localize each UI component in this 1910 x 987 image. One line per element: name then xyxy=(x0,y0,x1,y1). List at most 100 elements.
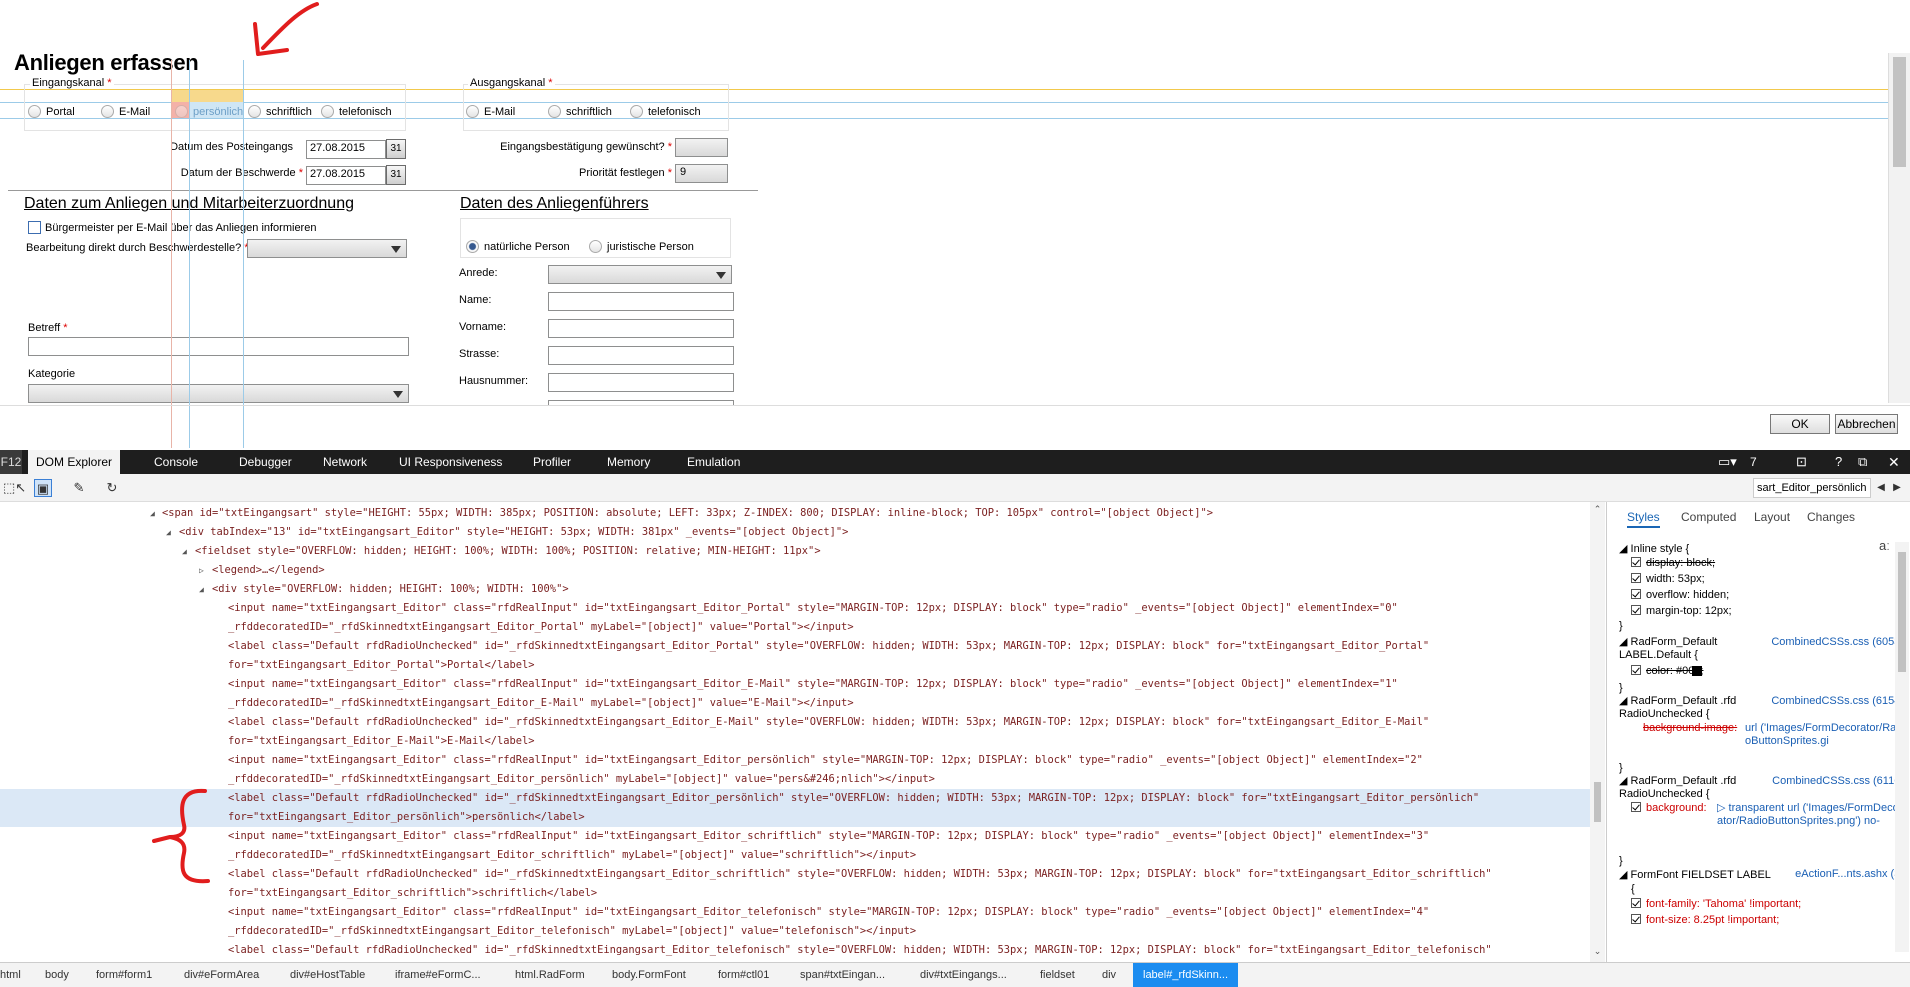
breadcrumb-item[interactable]: div xyxy=(1102,963,1116,987)
rule-selector[interactable]: ◢ RadForm_Default LABEL.Default { xyxy=(1619,636,1739,662)
undock-icon[interactable]: ⧉ xyxy=(1858,450,1867,474)
collapse-icon[interactable]: ▷ xyxy=(199,561,204,580)
color-picker-icon[interactable]: ✎ xyxy=(70,479,88,497)
checkbox-icon[interactable] xyxy=(1631,605,1641,615)
breadcrumb-item[interactable]: div#eFormArea xyxy=(184,963,259,987)
breadcrumb-item[interactable]: body xyxy=(45,963,69,987)
styles-scrollbar-thumb[interactable] xyxy=(1898,552,1906,672)
tab-profiler[interactable]: Profiler xyxy=(533,450,571,474)
breadcrumb-item[interactable]: body.FormFont xyxy=(612,963,686,987)
console-icon[interactable]: ⊡ xyxy=(1796,450,1807,474)
chevron-right-icon[interactable]: ▶ xyxy=(1888,479,1906,497)
dom-line[interactable]: <label class="Default rfdRadioUnchecked"… xyxy=(0,865,1590,884)
inline-style-header[interactable]: ◢ Inline style { xyxy=(1619,542,1689,555)
chevron-down-icon[interactable]: ⌄ xyxy=(1590,946,1605,958)
checkbox-icon[interactable] xyxy=(1631,573,1641,583)
monitor-icon[interactable]: ▭▾ xyxy=(1718,450,1737,474)
dom-line[interactable]: <label class="Default rfdRadioUnchecked"… xyxy=(0,713,1590,732)
help-icon[interactable]: ? xyxy=(1835,450,1842,474)
tab-console[interactable]: Console xyxy=(154,450,198,474)
checkbox-icon[interactable] xyxy=(1631,589,1641,599)
vorname-input[interactable] xyxy=(548,319,734,338)
dom-line[interactable]: <label class="Default rfdRadioUnchecked"… xyxy=(0,941,1590,960)
bearbeitung-select[interactable] xyxy=(247,239,407,258)
expand-icon[interactable]: ◢ xyxy=(166,523,171,542)
chevron-up-icon[interactable]: ⌃ xyxy=(1590,504,1605,516)
style-prop[interactable]: font-size: 8.25pt !important; xyxy=(1631,914,1779,926)
tab-layout[interactable]: Layout xyxy=(1754,510,1790,524)
checkbox-icon[interactable] xyxy=(1631,557,1641,567)
rule-source-link[interactable]: CombinedCSSs.css (6053) xyxy=(1771,636,1904,648)
style-prop[interactable]: margin-top: 12px; xyxy=(1631,605,1732,617)
tab-network[interactable]: Network xyxy=(323,450,367,474)
dom-line[interactable]: _rfddecoratedID="_rfdSkinnedtxtEingangsa… xyxy=(0,694,1590,713)
error-count[interactable]: 7 xyxy=(1750,450,1757,474)
radio-eingang-email[interactable]: E-Mail xyxy=(101,105,150,118)
radio-natuerliche-person[interactable]: natürliche Person xyxy=(466,240,570,253)
dom-line[interactable]: <input name="txtEingangsart_Editor" clas… xyxy=(0,599,1590,618)
radio-ausgang-email[interactable]: E-Mail xyxy=(466,105,515,118)
style-prop[interactable]: display: block; xyxy=(1631,557,1715,569)
color-swatch[interactable] xyxy=(1692,666,1702,676)
radio-ausgang-telefonisch[interactable]: telefonisch xyxy=(630,105,701,118)
name-input[interactable] xyxy=(548,292,734,311)
dom-line[interactable]: for="txtEingangsart_Editor_E-Mail">E-Mai… xyxy=(0,732,1590,751)
breadcrumb-item[interactable]: html.RadForm xyxy=(515,963,585,987)
style-prop[interactable]: width: 53px; xyxy=(1631,573,1705,585)
expand-icon[interactable]: ◢ xyxy=(182,542,187,561)
radio-eingang-portal[interactable]: Portal xyxy=(28,105,75,118)
expand-icon[interactable]: ◢ xyxy=(150,504,155,523)
breadcrumb-item[interactable]: form#ctl01 xyxy=(718,963,769,987)
style-value[interactable]: ▷ transparent url ('Images/FormDecorator… xyxy=(1717,802,1905,828)
tab-computed[interactable]: Computed xyxy=(1681,510,1736,524)
radio-eingang-telefonisch[interactable]: telefonisch xyxy=(321,105,392,118)
checkbox-icon[interactable] xyxy=(1631,802,1641,812)
tab-memory[interactable]: Memory xyxy=(607,450,650,474)
dom-line[interactable]: <input name="txtEingangsart_Editor" clas… xyxy=(0,675,1590,694)
radio-eingang-schriftlich[interactable]: schriftlich xyxy=(248,105,312,118)
breadcrumb-item[interactable]: span#txtEingan... xyxy=(800,963,885,987)
radio-ausgang-schriftlich[interactable]: schriftlich xyxy=(548,105,612,118)
tab-dom-explorer[interactable]: DOM Explorer xyxy=(28,450,121,474)
breadcrumb-item[interactable]: fieldset xyxy=(1040,963,1075,987)
dom-line[interactable]: ◢ <div tabIndex="13" id="txtEingangsart_E… xyxy=(0,523,1590,542)
kategorie-select[interactable] xyxy=(28,384,409,403)
tab-ui-responsiveness[interactable]: UI Responsiveness xyxy=(399,450,502,474)
dom-line[interactable]: ◢ <span id="txtEingangsart" style="HEIGHT… xyxy=(0,504,1590,523)
font-size-icon[interactable]: aː xyxy=(1879,538,1890,553)
rule-source-link[interactable]: CombinedCSSs.css (6116) xyxy=(1772,775,1904,787)
beschwerde-date-input[interactable]: 27.08.2015 xyxy=(306,166,386,185)
dom-line-selected[interactable]: <label class="Default rfdRadioUnchecked"… xyxy=(0,789,1590,808)
dom-line-selected[interactable]: for="txtEingangsart_Editor_persönlich">p… xyxy=(0,808,1590,827)
styles-scrollbar[interactable] xyxy=(1895,542,1909,952)
style-prop[interactable]: overflow: hidden; xyxy=(1631,589,1729,601)
checkbox-icon[interactable] xyxy=(1631,898,1641,908)
tab-changes[interactable]: Changes xyxy=(1807,510,1855,524)
dom-line[interactable]: <label class="Default rfdRadioUnchecked"… xyxy=(0,637,1590,656)
dom-search-input[interactable]: sart_Editor_persönlich xyxy=(1753,478,1871,498)
rule-source-link[interactable]: eActionF...nts.ashx (3) xyxy=(1795,868,1904,880)
expand-icon[interactable]: ◢ xyxy=(199,580,204,599)
dom-line[interactable]: _rfddecoratedID="_rfdSkinnedtxtEingangsa… xyxy=(0,922,1590,941)
style-prop[interactable]: font-family: 'Tahoma' !important; xyxy=(1631,898,1801,910)
page-scrollbar[interactable] xyxy=(1888,53,1910,403)
strasse-input[interactable] xyxy=(548,346,734,365)
dom-line[interactable]: ▷ <legend>…</legend> xyxy=(0,561,1590,580)
breadcrumb-item[interactable]: div#eHostTable xyxy=(290,963,365,987)
radio-eingang-persoenlich[interactable]: persönlich xyxy=(175,105,243,118)
refresh-icon[interactable]: ↻ xyxy=(103,479,121,497)
calendar-icon[interactable]: 31 xyxy=(386,165,406,185)
calendar-icon[interactable]: 31 xyxy=(386,139,406,159)
rule-selector[interactable]: ◢ FormFont FIELDSET LABEL xyxy=(1619,868,1771,881)
breadcrumb-item-selected[interactable]: label#_rfdSkinn... xyxy=(1133,963,1238,987)
dom-scrollbar[interactable]: ⌃ ⌄ xyxy=(1590,502,1605,962)
cancel-button[interactable]: Abbrechen xyxy=(1835,414,1898,434)
betreff-input[interactable] xyxy=(28,337,409,356)
tab-emulation[interactable]: Emulation xyxy=(687,450,740,474)
dom-line[interactable]: <input name="txtEingangsart_Editor" clas… xyxy=(0,903,1590,922)
rule-selector[interactable]: ◢ RadForm_Default .rfd RadioUnchecked { xyxy=(1619,775,1739,801)
dom-scrollbar-thumb[interactable] xyxy=(1594,782,1601,822)
dom-line[interactable]: for="txtEingangsart_Editor_Portal">Porta… xyxy=(0,656,1590,675)
page-scrollbar-thumb[interactable] xyxy=(1893,57,1906,167)
tab-styles[interactable]: Styles xyxy=(1627,510,1660,528)
